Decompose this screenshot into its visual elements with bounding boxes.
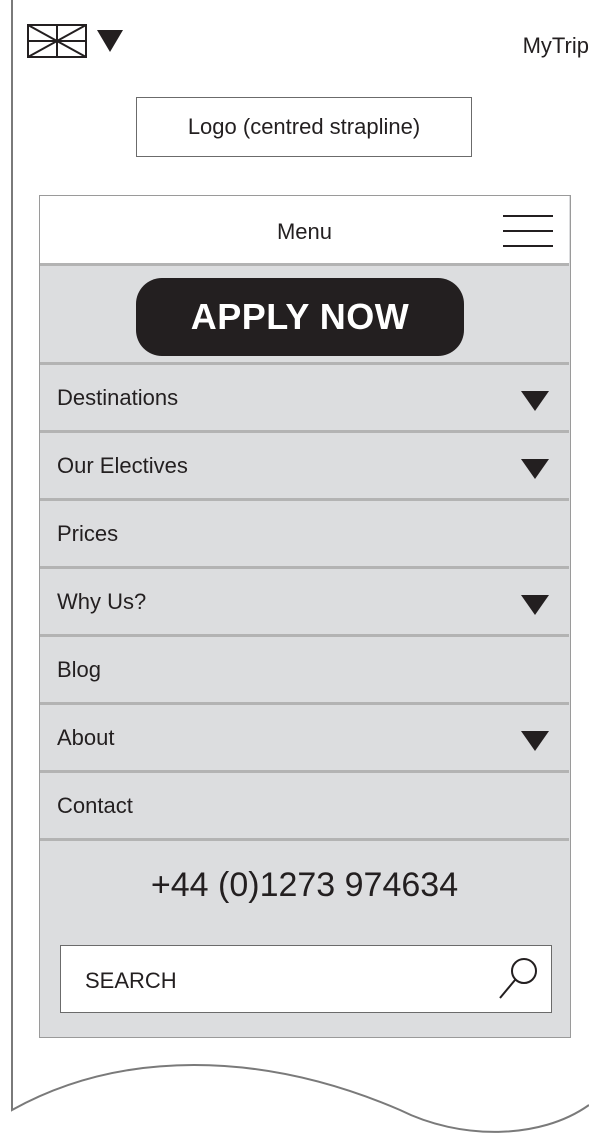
nav-item-label: Why Us?: [57, 589, 147, 614]
caret-down-icon[interactable]: [521, 459, 549, 479]
nav-item-destinations[interactable]: Destinations: [40, 362, 569, 430]
nav-item-label: Prices: [57, 521, 119, 546]
nav-item-label: About: [57, 725, 115, 750]
nav-item-label: Contact: [57, 793, 133, 818]
search-box[interactable]: [60, 945, 552, 1013]
nav-item-blog[interactable]: Blog: [40, 634, 569, 702]
caret-down-icon[interactable]: [521, 731, 549, 751]
phone-section: +44 (0)1273 974634: [40, 838, 569, 936]
search-icon[interactable]: [498, 956, 540, 1000]
search-input[interactable]: [85, 946, 485, 1012]
nav-item-our-electives[interactable]: Our Electives: [40, 430, 569, 498]
caret-down-icon[interactable]: [521, 391, 549, 411]
logo-placeholder[interactable]: Logo (centred strapline): [136, 97, 472, 157]
phone-number-link[interactable]: +44 (0)1273 974634: [151, 866, 458, 905]
mobile-menu-panel: Menu APPLY NOW Destinations Our Elective…: [39, 195, 571, 1038]
caret-down-icon[interactable]: [521, 595, 549, 615]
nav-item-why-us[interactable]: Why Us?: [40, 566, 569, 634]
nav-item-contact[interactable]: Contact: [40, 770, 569, 838]
nav-item-label: Blog: [57, 657, 102, 682]
apply-now-button[interactable]: APPLY NOW: [136, 278, 464, 356]
nav-item-about[interactable]: About: [40, 702, 569, 770]
uk-flag-icon[interactable]: [27, 24, 87, 58]
nav-list: Destinations Our Electives Prices Why Us…: [40, 362, 569, 838]
menu-header[interactable]: Menu: [40, 196, 569, 266]
mytrip-link[interactable]: MyTrip: [523, 33, 589, 59]
nav-item-label: Our Electives: [57, 453, 188, 478]
nav-item-prices[interactable]: Prices: [40, 498, 569, 566]
hamburger-icon[interactable]: [503, 214, 553, 248]
menu-title: Menu: [276, 219, 333, 244]
nav-item-label: Destinations: [57, 385, 179, 410]
logo-text: Logo (centred strapline): [187, 114, 421, 139]
apply-section: APPLY NOW: [40, 266, 569, 362]
language-dropdown-icon[interactable]: [95, 28, 125, 54]
